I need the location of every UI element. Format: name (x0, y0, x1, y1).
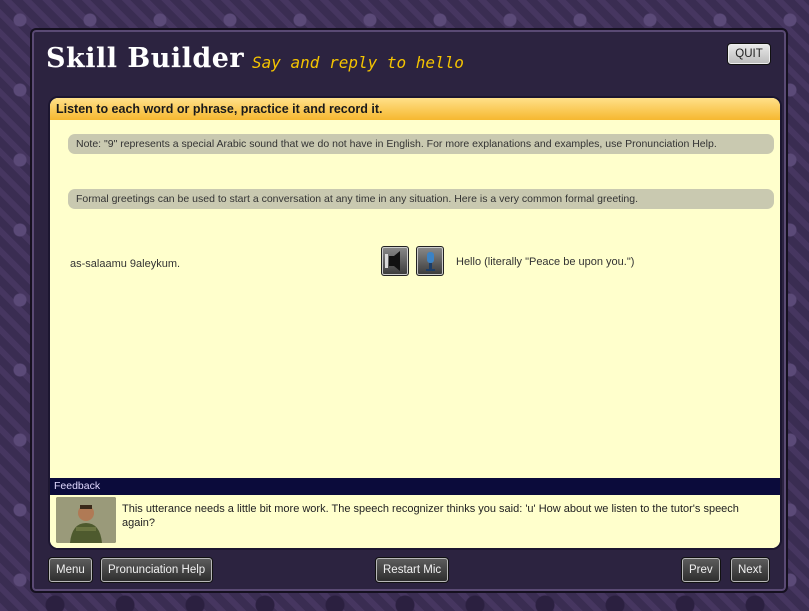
feedback-message: This utterance needs a little bit more w… (122, 503, 739, 529)
greeting-note: Formal greetings can be used to start a … (68, 189, 774, 209)
quit-button[interactable]: QUIT (728, 44, 770, 64)
tutor-avatar (56, 497, 116, 543)
pronunciation-help-button[interactable]: Pronunciation Help (101, 558, 213, 582)
feedback-label: Feedback (50, 478, 780, 495)
phrase-translation: Hello (literally "Peace be upon you.") (456, 256, 635, 268)
pronunciation-note: Note: "9" represents a special Arabic so… (68, 134, 774, 154)
lesson-subtitle: Say and reply to hello (252, 53, 464, 72)
restart-mic-button[interactable]: Restart Mic (376, 558, 449, 582)
lesson-panel: Listen to each word or phrase, practice … (48, 96, 782, 550)
speaker-icon[interactable] (381, 246, 409, 276)
menu-button[interactable]: Menu (49, 558, 92, 582)
instruction-header: Listen to each word or phrase, practice … (50, 98, 780, 120)
next-button[interactable]: Next (731, 558, 769, 582)
phrase-transliteration: as-salaamu 9aleykum. (70, 258, 181, 270)
app-title: Skill Builder (46, 43, 245, 74)
feedback-area: This utterance needs a little bit more w… (50, 495, 780, 548)
prev-button[interactable]: Prev (682, 558, 720, 582)
microphone-icon[interactable] (416, 246, 444, 276)
